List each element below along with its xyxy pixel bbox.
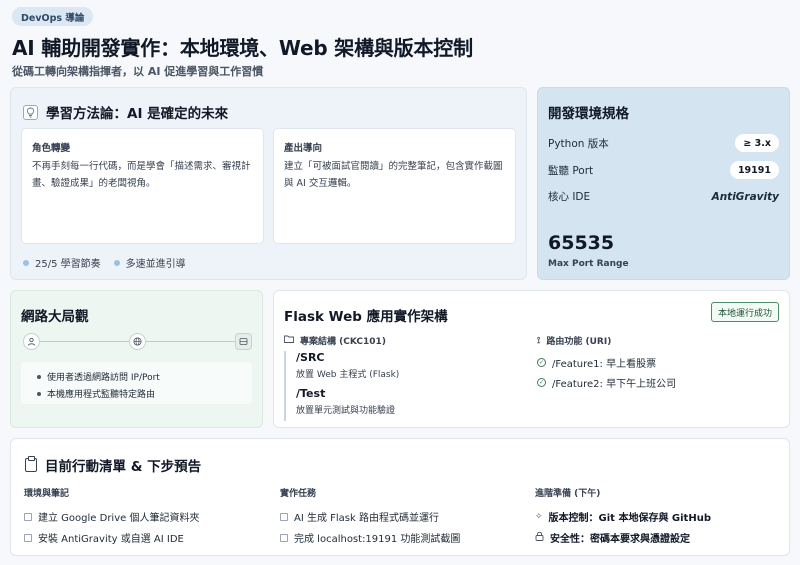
check-circle-icon: ✓	[537, 378, 546, 387]
check-circle-icon: ✓	[537, 358, 546, 367]
methodology-title: 學習方法論：AI 是確定的未來	[46, 106, 229, 122]
methodology-card: 學習方法論：AI 是確定的未來 角色轉變 不再手刻每一行代碼，而是學會「描述需求…	[10, 87, 527, 280]
checkbox[interactable]	[24, 533, 32, 542]
preview-item: ✧ 版本控制：Git 本地保存與 GitHub	[535, 511, 711, 525]
spec-row-python: Python 版本 ≥ 3.x	[548, 134, 779, 152]
action-column-tasks: 實作任務 AI 生成 Flask 路由程式碼並運行 完成 localhost:1…	[280, 486, 460, 552]
structure-header: 專案結構 (CKC101)	[284, 334, 386, 347]
column-header: 進階準備 (下午)	[535, 489, 601, 499]
directory-desc: 放置 Web 主程式 (Flask)	[296, 370, 400, 380]
spec-key: 核心 IDE	[548, 191, 591, 203]
action-header: 目前行動清單 & 下步預告	[25, 455, 201, 475]
column-header: 環境與筆記	[24, 489, 70, 499]
preview-item: 安全性：密碼本要求與憑證設定	[535, 531, 711, 545]
method-tag: 25/5 學習節奏	[23, 255, 101, 270]
spec-ide-value: AntiGravity	[711, 190, 779, 203]
role-change-label: 角色轉變	[32, 143, 71, 154]
checkbox[interactable]	[280, 533, 288, 542]
method-tags: 25/5 學習節奏 多速並進引導	[23, 255, 186, 270]
action-title: 目前行動清單 & 下步預告	[45, 459, 202, 475]
network-notes: 使用者透過網路訪問 IP/Port 本機應用程式監聽特定路由	[21, 362, 252, 404]
task-item[interactable]: 完成 localhost:19191 功能測試截圖	[280, 531, 460, 545]
directory-desc: 放置單元測試與功能驗證	[296, 406, 396, 416]
methodology-header: 學習方法論：AI 是確定的未來	[23, 102, 228, 122]
route-icon: ⟟	[537, 335, 541, 346]
column-header: 實作任務	[280, 489, 317, 499]
lightbulb-icon	[23, 104, 38, 120]
folder-icon	[284, 335, 294, 346]
method-tag: 多速並進引導	[113, 255, 186, 270]
spec-title: 開發環境規格	[548, 106, 629, 122]
output-oriented-label: 產出導向	[284, 143, 323, 154]
page-subtitle: 從碼工轉向架構指揮者，以 AI 促進學習與工作習慣	[12, 65, 264, 78]
checkbox[interactable]	[24, 512, 32, 521]
server-icon	[235, 333, 252, 350]
list-item: 使用者透過網路訪問 IP/Port	[37, 370, 160, 383]
max-port-caption: Max Port Range	[548, 259, 629, 269]
page-title: AI 輔助開發實作：本地環境、Web 架構與版本控制	[12, 36, 473, 60]
status-badge: 本地運行成功	[710, 302, 779, 322]
globe-icon	[129, 333, 146, 350]
spec-row-ide: 核心 IDE AntiGravity	[548, 189, 779, 204]
category-badge: DevOps 導論	[12, 7, 94, 26]
max-port-number: 65535	[548, 232, 615, 254]
environment-spec-card: 開發環境規格 Python 版本 ≥ 3.x 監聽 Port 19191 核心 …	[537, 87, 790, 280]
spec-value-badge: ≥ 3.x	[735, 134, 779, 152]
flask-title: Flask Web 應用實作架構	[284, 309, 448, 325]
bullet-icon	[37, 374, 41, 379]
list-item: 本機應用程式監聽特定路由	[37, 387, 155, 400]
directory-name: /SRC	[296, 351, 325, 364]
action-column-env: 環境與筆記 建立 Google Drive 個人筆記資料夾 安裝 AntiGra…	[24, 486, 199, 552]
user-icon	[23, 333, 40, 350]
clipboard-icon	[25, 456, 37, 472]
route-item: ✓ /Feature2: 早下午上班公司	[537, 378, 677, 390]
bullet-icon	[37, 391, 41, 396]
role-change-card: 角色轉變 不再手刻每一行代碼，而是學會「描述需求、審視計畫、驗證成果」的老闆視角…	[21, 128, 264, 244]
tag-dot-icon	[23, 259, 29, 266]
flask-architecture-card: Flask Web 應用實作架構 本地運行成功 專案結構 (CKC101) /S…	[273, 290, 790, 428]
output-oriented-text: 建立「可被面試官閱讀」的完整筆記，包含實作截圖與 AI 交互邏輯。	[284, 161, 503, 189]
task-item[interactable]: 安裝 AntiGravity 或自選 AI IDE	[24, 531, 199, 545]
action-list-card: 目前行動清單 & 下步預告 環境與筆記 建立 Google Drive 個人筆記…	[10, 438, 790, 556]
role-change-text: 不再手刻每一行代碼，而是學會「描述需求、審視計畫、驗證成果」的老闆視角。	[32, 161, 251, 189]
spec-value-badge: 19191	[729, 161, 779, 179]
output-oriented-card: 產出導向 建立「可被面試官閱讀」的完整筆記，包含實作截圖與 AI 交互邏輯。	[273, 128, 516, 244]
network-overview-card: 網路大局觀 使用者透過網路訪問 IP/Port 本機應用程式監聽特定路由	[10, 290, 263, 428]
checkbox[interactable]	[280, 512, 288, 521]
directory-item: /SRC 放置 Web 主程式 (Flask)	[296, 351, 529, 380]
task-item[interactable]: 建立 Google Drive 個人筆記資料夾	[24, 510, 199, 524]
route-item: ✓ /Feature1: 早上看股票	[537, 358, 657, 370]
lock-icon	[535, 531, 544, 544]
task-item[interactable]: AI 生成 Flask 路由程式碼並運行	[280, 510, 460, 524]
tag-dot-icon	[113, 259, 120, 266]
routes-header: ⟟ 路由功能 (URI)	[537, 335, 612, 348]
network-title: 網路大局觀	[21, 309, 89, 325]
spec-key: Python 版本	[548, 137, 609, 150]
sparkle-icon: ✧	[535, 511, 543, 522]
action-column-advanced: 進階準備 (下午) ✧ 版本控制：Git 本地保存與 GitHub 安全性：密碼…	[535, 486, 711, 552]
directory-list: /SRC 放置 Web 主程式 (Flask) /Test 放置單元測試與功能驗…	[284, 351, 529, 421]
spec-row-port: 監聽 Port 19191	[548, 161, 779, 179]
spec-key: 監聽 Port	[548, 164, 594, 177]
directory-name: /Test	[296, 387, 326, 400]
directory-item: /Test 放置單元測試與功能驗證	[296, 387, 529, 416]
